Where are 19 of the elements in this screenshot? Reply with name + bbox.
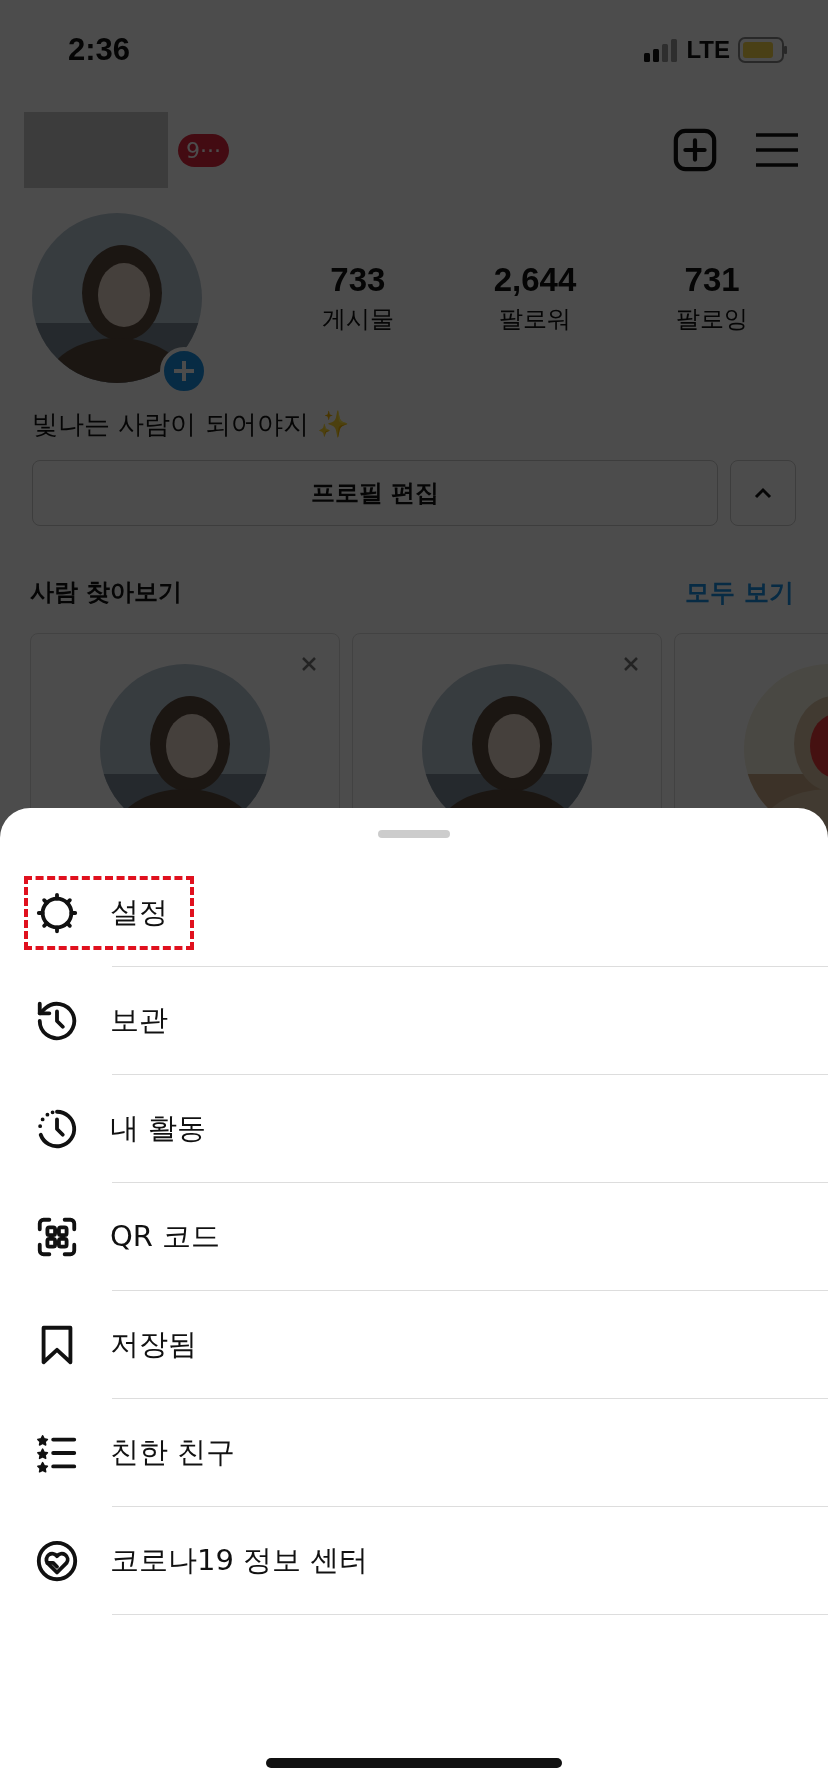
network-label: LTE [686,36,730,64]
stat-count: 731 [684,260,740,299]
stat-label: 팔로워 [499,303,571,335]
settings-icon [34,890,80,936]
menu-item[interactable]: 보관 [110,1001,168,1041]
stat-count: 733 [330,260,386,299]
stat-label: 팔로잉 [676,303,749,335]
sheet-handle[interactable] [378,830,450,838]
stat-count: 2,644 [493,260,577,299]
menu-item[interactable]: 코로나19 정보 센터 [110,1541,369,1581]
menu-item[interactable]: QR 코드 [110,1217,221,1257]
status-time: 2:36 [68,32,131,68]
section-title: 사람 찾아보기 [30,577,183,608]
menu-item[interactable]: 저장됨 [110,1325,197,1365]
menu-item[interactable]: 내 활동 [110,1109,207,1149]
stat-label: 게시물 [321,303,394,335]
menu-item[interactable]: 친한 친구 [110,1433,236,1473]
menu-item[interactable]: 설정 [110,893,168,933]
profile-bio: 빛나는 사람이 되어야지 ✨ [31,408,350,441]
